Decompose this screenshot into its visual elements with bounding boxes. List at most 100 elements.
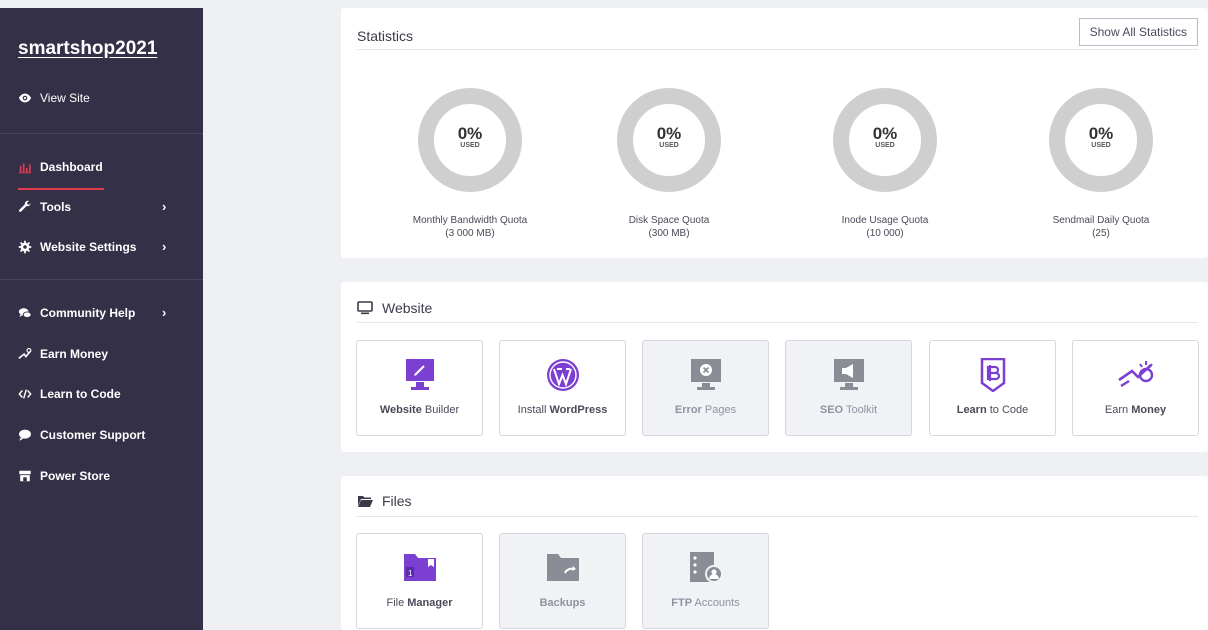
sidebar-divider — [0, 133, 203, 134]
sidebar-item-label: Learn to Code — [40, 387, 121, 401]
tile-label: Builder — [421, 404, 460, 416]
tile-label-bold: Manager — [407, 597, 453, 609]
stat-label: Sendmail Daily Quota — [1052, 215, 1150, 226]
website-card: Website Website Builder Install WordPres… — [341, 282, 1208, 452]
stat-label: Monthly Bandwidth Quota — [412, 215, 528, 226]
usage-used-label: USED — [659, 142, 679, 149]
tile-label-bold: Backups — [539, 597, 586, 609]
usage-ring: 0% USED — [833, 88, 937, 192]
active-indicator — [18, 188, 104, 190]
usage-percent: 0% — [656, 124, 682, 143]
tile-label: Install — [517, 404, 550, 416]
wrench-icon — [19, 200, 31, 212]
sidebar-divider — [0, 279, 203, 280]
store-icon — [19, 470, 31, 482]
site-name-link[interactable]: smartshop2021 — [18, 38, 157, 60]
chat-bubble-icon — [19, 429, 31, 441]
sidebar-item-dashboard[interactable]: Dashboard — [18, 160, 103, 174]
install-wordpress-tile[interactable]: Install WordPress — [499, 340, 626, 436]
file-manager-tile[interactable]: 1 File Manager — [356, 533, 483, 629]
earn-money-icon — [1117, 361, 1153, 388]
statistics-title: Statistics — [357, 28, 414, 44]
tile-label: Earn — [1104, 404, 1132, 416]
website-title: Website — [357, 300, 432, 316]
usage-used-label: USED — [875, 142, 895, 149]
stat-label: Disk Space Quota — [628, 215, 710, 226]
eye-icon — [18, 93, 32, 103]
folder-open-icon — [358, 496, 373, 507]
website-builder-tile[interactable]: Website Builder — [356, 340, 483, 436]
tile-label-bold: WordPress — [549, 404, 608, 416]
tile-label: Accounts — [692, 597, 740, 609]
ftp-accounts-icon — [689, 552, 723, 583]
usage-percent: 0% — [457, 124, 483, 143]
stat-inode: 0% USED Inode Usage Quota (10 000) — [785, 88, 985, 240]
website-builder-icon — [405, 359, 434, 390]
stat-sublabel: (300 MB) — [648, 228, 690, 239]
show-all-statistics-button[interactable]: Show All Statistics — [1078, 18, 1198, 46]
file-manager-icon: 1 — [403, 554, 436, 581]
tile-label: Toolkit — [843, 404, 878, 416]
sidebar-item-label: Community Help — [40, 306, 136, 320]
sidebar-item-earn-money[interactable]: Earn Money — [18, 347, 108, 361]
tile-label: File — [386, 597, 408, 609]
usage-ring: 0% USED — [1049, 88, 1153, 192]
section-rule — [357, 322, 1198, 323]
seo-toolkit-icon — [833, 359, 864, 390]
sidebar-item-label: Power Store — [40, 469, 111, 483]
tile-label-bold: FTP — [671, 597, 693, 609]
tile-label: to Code — [986, 404, 1029, 416]
sidebar-item-tools[interactable]: Tools — [18, 200, 71, 214]
comments-icon — [18, 308, 32, 318]
tile-label: Pages — [701, 404, 737, 416]
wordpress-icon — [546, 359, 579, 391]
sidebar-item-website-settings[interactable]: Website Settings — [18, 240, 136, 254]
backups-tile[interactable]: Backups — [499, 533, 626, 629]
tile-label-bold: Learn — [956, 404, 987, 416]
view-site-label: View Site — [40, 91, 90, 105]
stat-disk-space: 0% USED Disk Space Quota (300 MB) — [569, 88, 769, 240]
stat-label: Inode Usage Quota — [841, 215, 929, 226]
error-pages-tile[interactable]: Error Pages — [642, 340, 769, 436]
tile-label-bold: Website — [379, 404, 422, 416]
usage-used-label: USED — [1091, 142, 1111, 149]
backups-icon — [546, 554, 579, 581]
ftp-accounts-tile[interactable]: FTP Accounts — [642, 533, 769, 629]
stat-sublabel: (10 000) — [866, 228, 904, 239]
seo-toolkit-tile[interactable]: SEO Toolkit — [785, 340, 912, 436]
tile-label-bold: Error — [674, 404, 702, 416]
sidebar-item-label: Tools — [40, 200, 72, 214]
tile-label-bold: Money — [1131, 404, 1167, 416]
usage-percent: 0% — [1088, 124, 1114, 143]
bar-chart-icon — [18, 163, 32, 174]
usage-percent: 0% — [872, 124, 898, 143]
stat-bandwidth: 0% USED Monthly Bandwidth Quota (3 000 M… — [370, 88, 570, 240]
sidebar-item-customer-support[interactable]: Customer Support — [18, 428, 145, 442]
error-pages-icon — [690, 359, 721, 390]
sidebar-item-label: Website Settings — [40, 240, 137, 254]
learn-to-code-icon — [980, 358, 1005, 392]
chevron-right-icon[interactable]: › — [162, 305, 166, 320]
section-rule — [357, 516, 1198, 517]
files-title-text: Files — [382, 493, 412, 509]
chevron-right-icon[interactable]: › — [162, 239, 166, 254]
stat-sublabel: (25) — [1092, 228, 1110, 239]
learn-to-code-tile[interactable]: Learn to Code — [929, 340, 1056, 436]
sidebar-item-label: Earn Money — [40, 347, 109, 361]
website-title-text: Website — [382, 300, 433, 316]
usage-ring: 0% USED — [617, 88, 721, 192]
usage-used-label: USED — [460, 142, 480, 149]
view-site-link[interactable]: View Site — [18, 91, 90, 105]
sidebar: smartshop2021 View Site Dashboard Tools … — [0, 8, 203, 630]
sidebar-item-power-store[interactable]: Power Store — [18, 469, 110, 483]
code-icon — [18, 389, 32, 399]
sidebar-item-learn-to-code[interactable]: Learn to Code — [18, 387, 121, 401]
gear-icon — [18, 240, 32, 254]
sidebar-item-community-help[interactable]: Community Help — [18, 306, 135, 320]
chevron-right-icon[interactable]: › — [162, 199, 166, 214]
earn-money-tile[interactable]: Earn Money — [1072, 340, 1199, 436]
svg-text:1: 1 — [408, 569, 413, 578]
sidebar-item-label: Customer Support — [40, 428, 146, 442]
usage-ring: 0% USED — [418, 88, 522, 192]
statistics-card: Statistics Show All Statistics 0% USED M… — [341, 8, 1208, 258]
